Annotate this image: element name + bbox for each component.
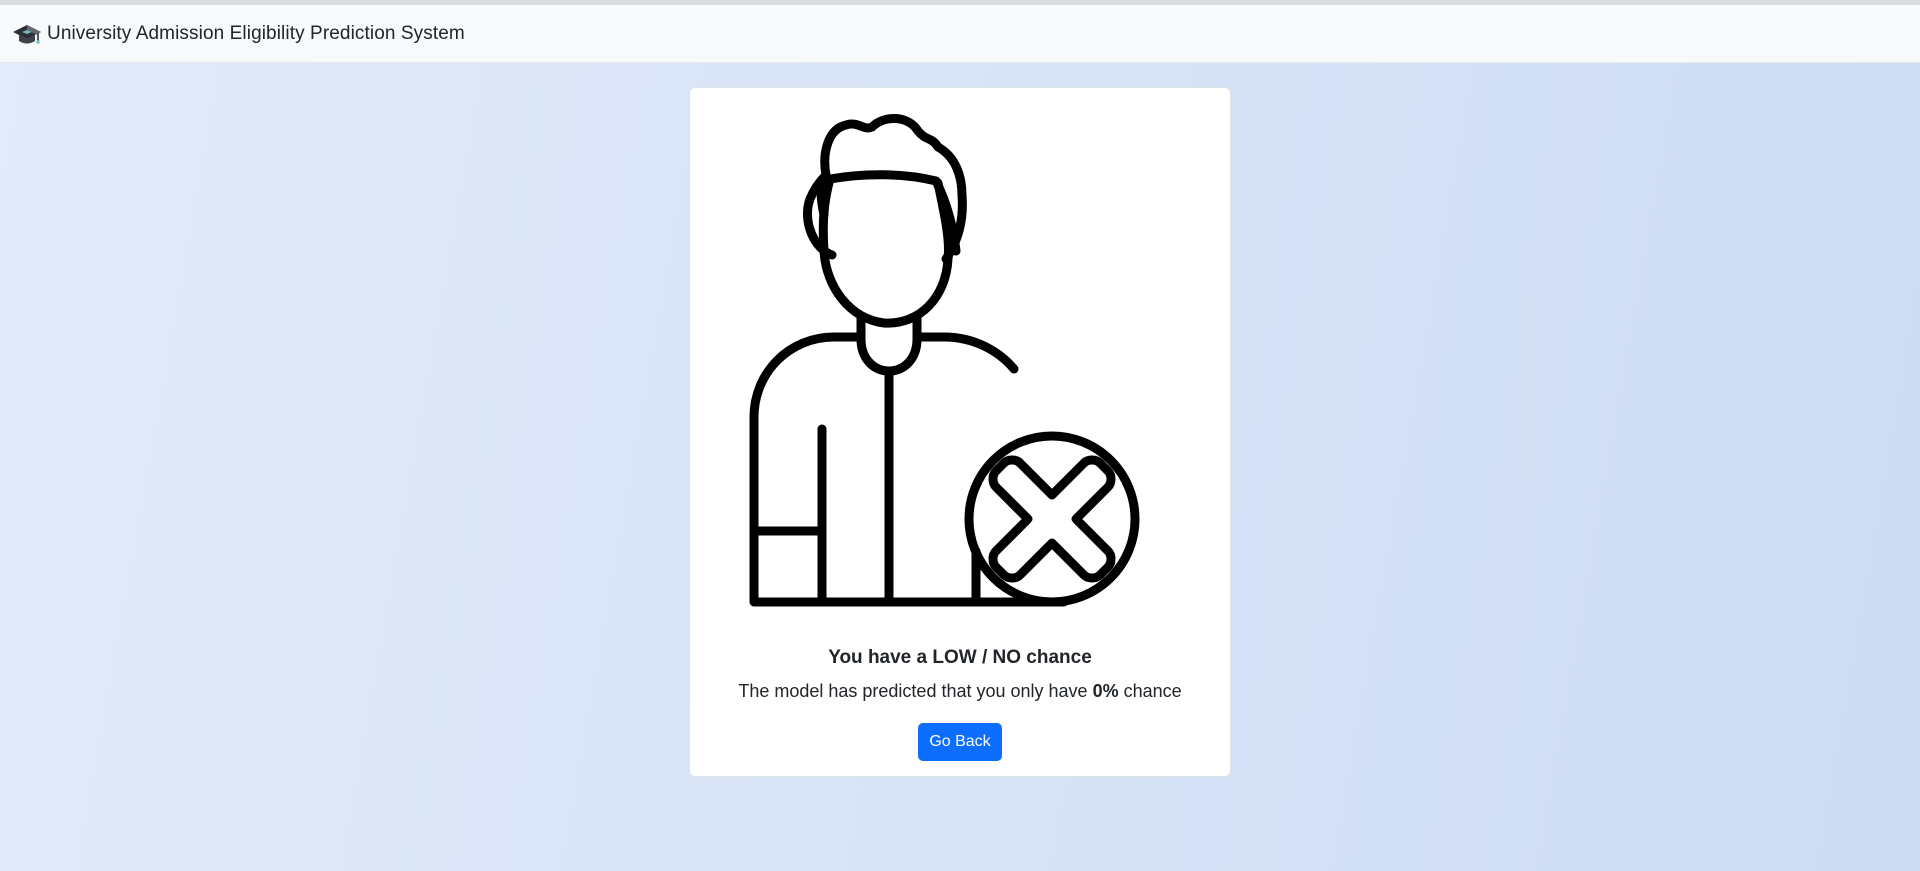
- graduation-cap-icon: [12, 21, 42, 47]
- result-card: You have a LOW / NO chance The model has…: [689, 87, 1231, 777]
- chance-value: 0%: [1092, 681, 1119, 701]
- brand-title: University Admission Eligibility Predict…: [47, 22, 465, 44]
- result-desc-prefix: The model has predicted that you only ha…: [738, 681, 1088, 701]
- person-rejected-icon: [734, 111, 1184, 611]
- navbar-brand[interactable]: University Admission Eligibility Predict…: [12, 21, 465, 47]
- result-description: The model has predicted that you only ha…: [690, 681, 1230, 702]
- result-desc-suffix: chance: [1123, 681, 1182, 701]
- navbar: University Admission Eligibility Predict…: [0, 5, 1920, 63]
- go-back-button[interactable]: Go Back: [918, 723, 1002, 761]
- result-title: You have a LOW / NO chance: [828, 647, 1092, 668]
